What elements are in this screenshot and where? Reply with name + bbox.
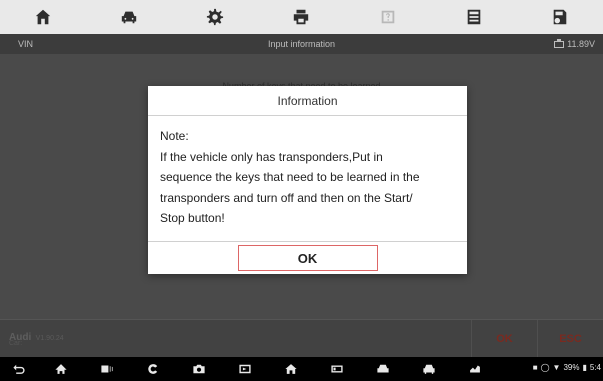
battery-voltage: 11.89V xyxy=(554,38,595,49)
dialog-ok-button[interactable]: OK xyxy=(237,245,378,271)
camera-icon xyxy=(193,364,205,374)
car-label: Car: xyxy=(9,340,23,347)
vehicle-swap-icon xyxy=(122,11,137,24)
save-button[interactable] xyxy=(517,0,603,34)
dialog-line: sequence the keys that need to be learne… xyxy=(160,170,420,184)
sync-icon: ◯ xyxy=(540,363,550,372)
settings-button[interactable] xyxy=(172,0,258,34)
clock: 5:4 xyxy=(589,363,601,372)
info-bar: VIN Input information 11.89V xyxy=(0,34,603,54)
vci-icon xyxy=(331,365,343,373)
android-home-button[interactable] xyxy=(38,362,84,376)
save-icon xyxy=(553,9,567,25)
wifi-icon: ▼ xyxy=(552,363,561,372)
home-icon xyxy=(35,9,51,25)
data-log-icon xyxy=(467,9,481,25)
status-area: ■ ◯ ▼ 39% ▮ 5:4 xyxy=(533,363,601,372)
screen-record-button[interactable] xyxy=(222,362,268,376)
footer-bar: Audi V1.90.24 Car: OK ESC xyxy=(0,319,603,358)
print-button[interactable] xyxy=(258,0,344,34)
dialog-body: Note: If the vehicle only has transponde… xyxy=(148,116,467,241)
help-icon xyxy=(381,10,394,24)
footer-ok-button[interactable]: OK xyxy=(471,320,537,358)
home-button[interactable] xyxy=(0,0,86,34)
message-icon: ■ xyxy=(532,363,538,372)
dialog-line: If the vehicle only has transponders,Put… xyxy=(160,149,383,164)
dialog-footer: OK xyxy=(148,241,467,274)
recent-apps-icon xyxy=(101,365,113,373)
vehicle-diag-icon xyxy=(377,364,389,373)
software-version: V1.90.24 xyxy=(35,335,64,342)
dialog-line: transponders and turn off and then on th… xyxy=(160,190,413,205)
screen-record-icon xyxy=(239,364,251,374)
app-home-icon xyxy=(285,364,297,374)
settings-gear-icon xyxy=(207,8,224,26)
print-icon xyxy=(294,9,309,25)
help-button[interactable] xyxy=(345,0,431,34)
back-button[interactable] xyxy=(0,362,38,376)
vcar-icon xyxy=(148,364,158,374)
back-icon xyxy=(13,364,25,374)
dialog-line: Stop button! xyxy=(160,211,225,225)
car-battery-icon xyxy=(554,38,565,48)
footer-esc-button[interactable]: ESC xyxy=(537,320,603,358)
vehicle-shortcut-button[interactable] xyxy=(406,362,452,376)
vehicle-diag-shortcut-button[interactable] xyxy=(360,362,406,376)
connection-shortcut-button[interactable] xyxy=(452,362,498,376)
vehicle-icon xyxy=(423,364,435,374)
connection-icon xyxy=(470,365,480,373)
vcar-shortcut-button[interactable] xyxy=(130,362,176,376)
dialog-line: Note: xyxy=(160,129,189,143)
android-home-icon xyxy=(55,364,67,374)
screenshot-button[interactable] xyxy=(176,362,222,376)
vci-shortcut-button[interactable] xyxy=(314,362,360,376)
voltage-value: 11.89V xyxy=(567,39,595,49)
battery-percent: 39% xyxy=(563,363,580,372)
data-log-button[interactable] xyxy=(431,0,517,34)
system-nav-bar: ■ ◯ ▼ 39% ▮ 5:4 xyxy=(0,357,603,381)
recent-apps-button[interactable] xyxy=(84,362,130,376)
page-title: Input information xyxy=(267,39,336,49)
battery-icon: ▮ xyxy=(582,363,587,372)
information-dialog: Information Note: If the vehicle only ha… xyxy=(148,86,467,274)
dialog-title: Information xyxy=(148,86,467,116)
app-home-button[interactable] xyxy=(268,362,314,376)
vehicle-swap-button[interactable] xyxy=(86,0,172,34)
top-toolbar xyxy=(0,0,603,34)
